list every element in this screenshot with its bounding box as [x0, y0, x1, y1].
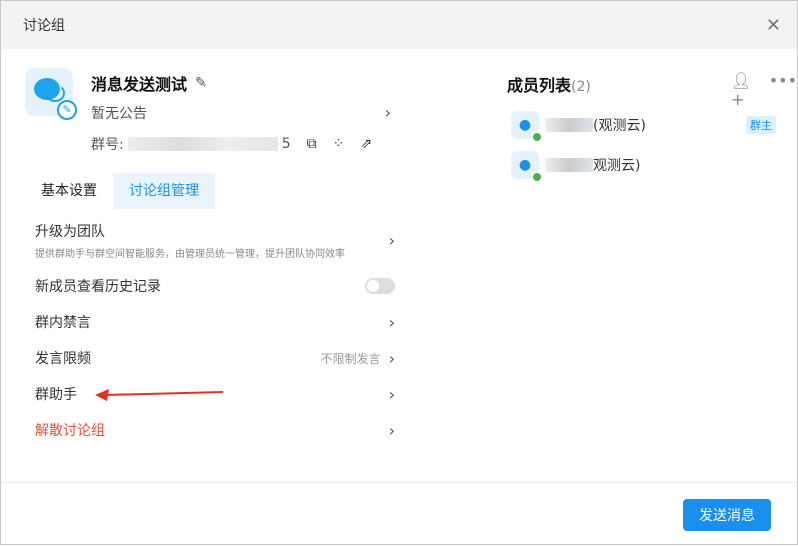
discussion-group-dialog: 讨论组 ✕ ✎ 消息发送测试 ✎ 暂无公告 › 群号: 5 ⧉ ⁘ ⇗ 基本设置 讨论… — [0, 0, 798, 545]
annotation-arrow — [95, 389, 224, 401]
